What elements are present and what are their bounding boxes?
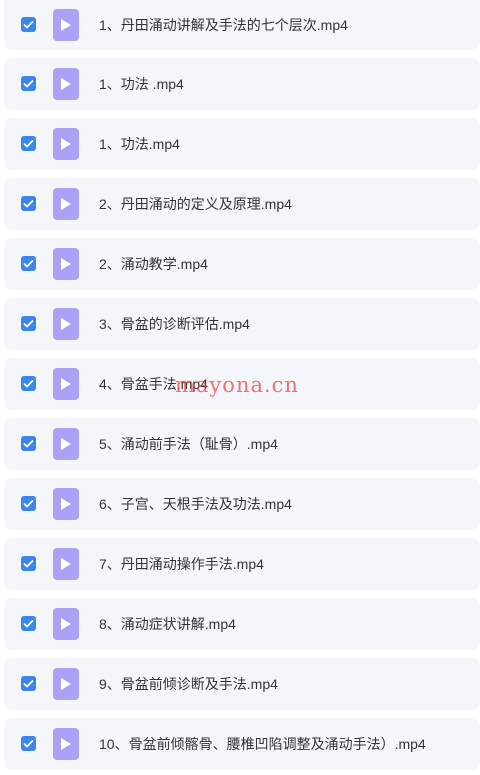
file-name[interactable]: 1、功法 .mp4 xyxy=(99,74,470,94)
checkbox-checked-icon[interactable] xyxy=(21,136,36,151)
file-row-10[interactable]: 7、丹田涌动操作手法.mp4 xyxy=(4,538,480,590)
checkbox-checked-icon[interactable] xyxy=(21,17,36,32)
file-name[interactable]: 1、功法.mp4 xyxy=(99,134,470,154)
checkbox-checked-icon[interactable] xyxy=(21,376,36,391)
file-row-1[interactable]: 1、丹田涌动讲解及手法的七个层次.mp4 xyxy=(4,0,480,50)
file-name[interactable]: 7、丹田涌动操作手法.mp4 xyxy=(99,554,470,574)
file-name[interactable]: 8、涌动症状讲解.mp4 xyxy=(99,614,470,634)
file-name[interactable]: 9、骨盆前倾诊断及手法.mp4 xyxy=(99,674,470,694)
file-list: 1、丹田涌动讲解及手法的七个层次.mp4 1、功法 .mp4 1、功法.mp4 … xyxy=(0,0,480,775)
file-name[interactable]: 6、子宫、天根手法及功法.mp4 xyxy=(99,494,470,514)
file-row-7[interactable]: 4、骨盆手法.mp4 xyxy=(4,358,480,410)
checkbox-checked-icon[interactable] xyxy=(21,196,36,211)
video-play-icon xyxy=(53,428,79,460)
video-play-icon xyxy=(53,668,79,700)
checkbox-checked-icon[interactable] xyxy=(21,436,36,451)
file-name[interactable]: 10、骨盆前倾髂骨、腰椎凹陷调整及涌动手法）.mp4 xyxy=(99,734,470,754)
file-row-8[interactable]: 5、涌动前手法（耻骨）.mp4 xyxy=(4,418,480,470)
video-play-icon xyxy=(53,488,79,520)
checkbox-checked-icon[interactable] xyxy=(21,616,36,631)
file-row-9[interactable]: 6、子宫、天根手法及功法.mp4 xyxy=(4,478,480,530)
file-name[interactable]: 3、骨盆的诊断评估.mp4 xyxy=(99,314,470,334)
video-play-icon xyxy=(53,128,79,160)
checkbox-checked-icon[interactable] xyxy=(21,76,36,91)
checkbox-checked-icon[interactable] xyxy=(21,496,36,511)
video-play-icon xyxy=(53,548,79,580)
video-play-icon xyxy=(53,68,79,100)
checkbox-checked-icon[interactable] xyxy=(21,736,36,751)
file-name[interactable]: 5、涌动前手法（耻骨）.mp4 xyxy=(99,434,470,454)
video-play-icon xyxy=(53,728,79,760)
checkbox-checked-icon[interactable] xyxy=(21,556,36,571)
checkbox-checked-icon[interactable] xyxy=(21,256,36,271)
file-row-11[interactable]: 8、涌动症状讲解.mp4 xyxy=(4,598,480,650)
video-play-icon xyxy=(53,188,79,220)
file-name[interactable]: 4、骨盆手法.mp4 xyxy=(99,374,470,394)
file-name[interactable]: 2、涌动教学.mp4 xyxy=(99,254,470,274)
video-play-icon xyxy=(53,248,79,280)
file-row-4[interactable]: 2、丹田涌动的定义及原理.mp4 xyxy=(4,178,480,230)
file-name[interactable]: 1、丹田涌动讲解及手法的七个层次.mp4 xyxy=(99,15,470,35)
video-play-icon xyxy=(53,368,79,400)
video-play-icon xyxy=(53,308,79,340)
checkbox-checked-icon[interactable] xyxy=(21,316,36,331)
file-row-2[interactable]: 1、功法 .mp4 xyxy=(4,58,480,110)
file-row-3[interactable]: 1、功法.mp4 xyxy=(4,118,480,170)
file-row-12[interactable]: 9、骨盆前倾诊断及手法.mp4 xyxy=(4,658,480,710)
checkbox-checked-icon[interactable] xyxy=(21,676,36,691)
file-row-13[interactable]: 10、骨盆前倾髂骨、腰椎凹陷调整及涌动手法）.mp4 xyxy=(4,718,480,770)
video-play-icon xyxy=(53,9,79,41)
file-row-6[interactable]: 3、骨盆的诊断评估.mp4 xyxy=(4,298,480,350)
file-name[interactable]: 2、丹田涌动的定义及原理.mp4 xyxy=(99,194,470,214)
video-play-icon xyxy=(53,608,79,640)
file-row-5[interactable]: 2、涌动教学.mp4 xyxy=(4,238,480,290)
